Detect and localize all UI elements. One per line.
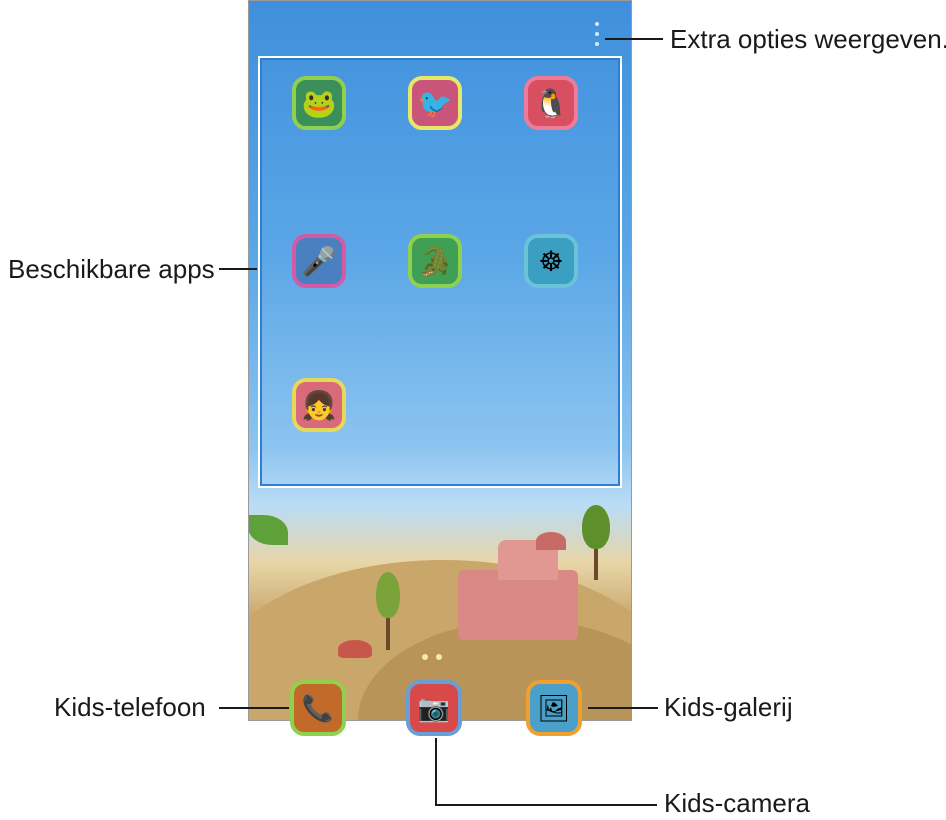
penguin-character-icon[interactable]: 🐧	[524, 76, 578, 130]
mushroom-house	[338, 640, 372, 658]
callout-kids-phone: Kids-telefoon	[54, 692, 206, 722]
callout-line-available-apps	[219, 268, 257, 270]
callout-line-kids-camera-vertical	[435, 738, 437, 805]
more-options-icon[interactable]	[594, 22, 600, 46]
girl-character-icon[interactable]: 👧	[292, 378, 346, 432]
castle-roof	[536, 532, 566, 550]
page-dot	[436, 654, 442, 660]
crocodile-character-icon[interactable]: 🐊	[408, 234, 462, 288]
camera-icon[interactable]: 📷	[406, 680, 462, 736]
ship-wheel-icon[interactable]: ☸	[524, 234, 578, 288]
microphone-icon[interactable]: 🎤	[292, 234, 346, 288]
page-indicator	[422, 654, 442, 660]
callout-kids-gallery: Kids-galerij	[664, 692, 793, 722]
bird-character-icon[interactable]: 🐦	[408, 76, 462, 130]
callout-line-kids-gallery	[588, 707, 658, 709]
callout-available-apps: Beschikbare apps	[8, 254, 215, 284]
page-dot	[422, 654, 428, 660]
tree-top	[582, 505, 610, 549]
tree-top	[376, 572, 400, 618]
callout-line-extra-options	[605, 38, 663, 40]
callout-line-kids-camera	[435, 804, 657, 806]
callout-kids-camera: Kids-camera	[664, 788, 810, 818]
callout-line-kids-phone	[219, 707, 289, 709]
frog-character-icon[interactable]: 🐸	[292, 76, 346, 130]
castle-base	[458, 570, 578, 640]
gallery-icon[interactable]: 🖼	[526, 680, 582, 736]
phone-icon[interactable]: 📞	[290, 680, 346, 736]
callout-extra-options: Extra opties weergeven.	[670, 24, 946, 54]
leaf-plant	[248, 515, 288, 545]
